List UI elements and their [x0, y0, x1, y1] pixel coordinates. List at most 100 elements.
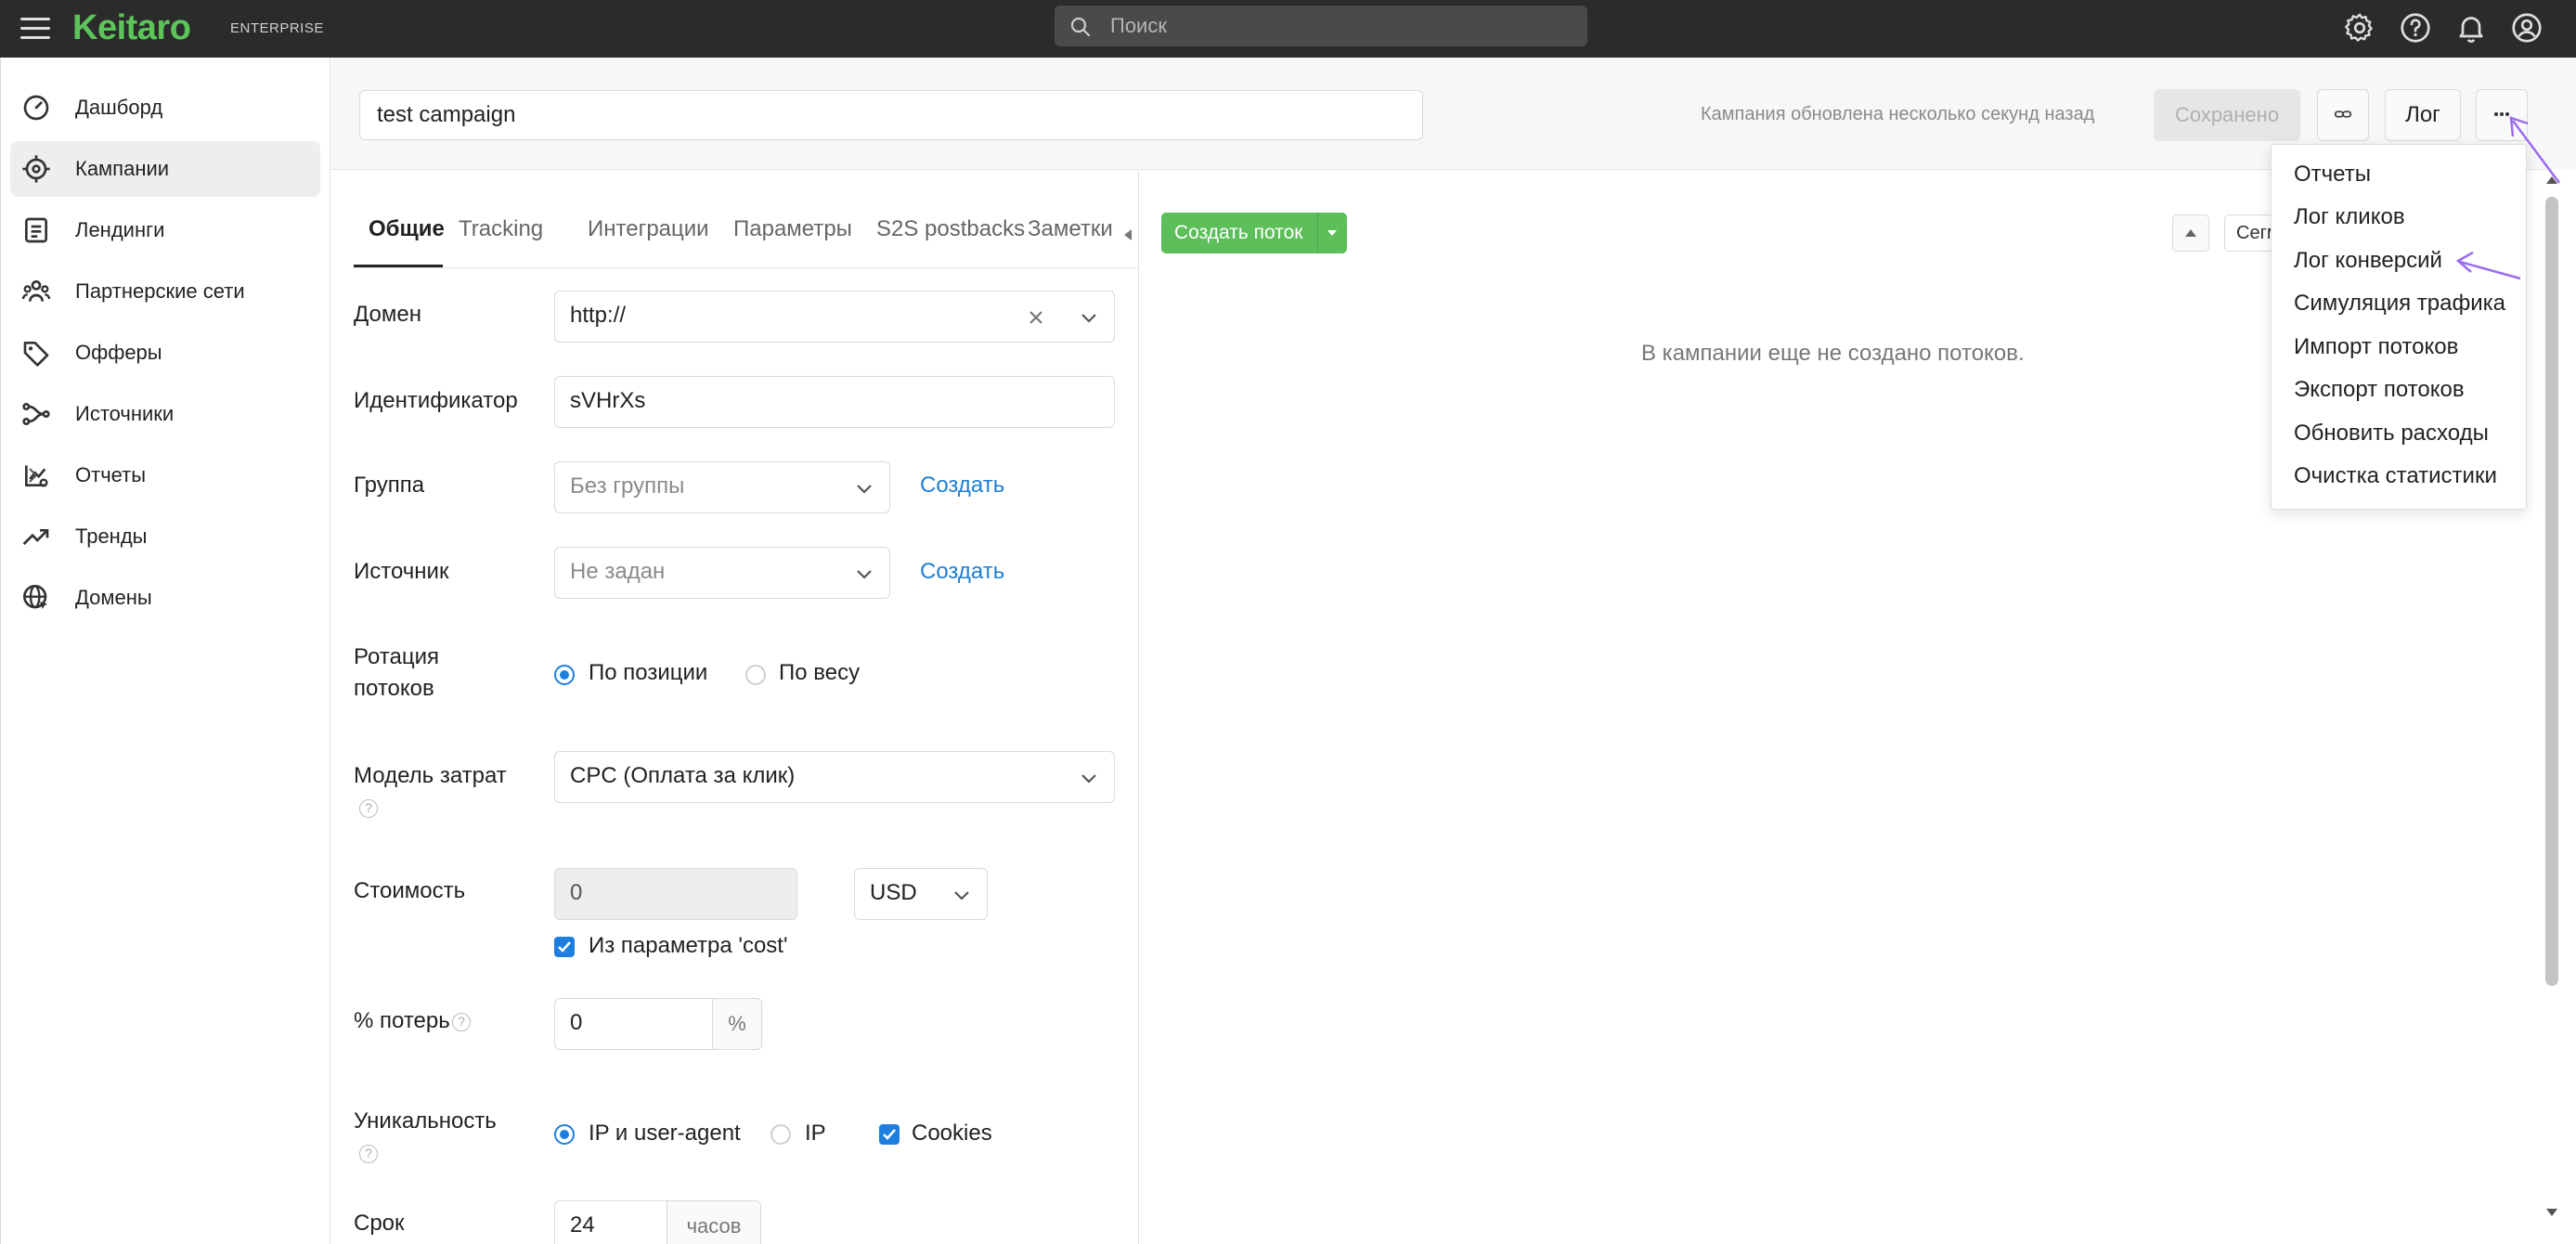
uniq-cookies-checkbox[interactable] — [879, 1124, 900, 1145]
users-icon — [21, 280, 51, 302]
sidebar-item-label: Тренды — [75, 525, 148, 548]
bell-icon[interactable] — [2454, 11, 2488, 45]
globe-icon — [23, 585, 47, 609]
gear-icon[interactable] — [2343, 11, 2376, 45]
logo[interactable]: Keitaro — [72, 8, 191, 48]
loss-input[interactable]: 0 — [554, 998, 718, 1050]
tab-tracking[interactable]: Tracking — [459, 216, 543, 242]
sidebar-item-reports[interactable]: Отчеты — [10, 447, 320, 503]
create-stream-label: Создать поток — [1174, 222, 1303, 243]
campaign-header: Кампания обновлена несколько секунд наза… — [331, 58, 2576, 169]
identifier-value: sVHrXs — [570, 388, 646, 413]
sidebar-item-affiliate-networks[interactable]: Партнерские сети — [10, 264, 320, 319]
save-button[interactable]: Сохранено — [2154, 89, 2300, 141]
create-source-link[interactable]: Создать — [920, 559, 1004, 585]
checkmark-icon — [883, 1129, 896, 1140]
currency-select[interactable]: USD — [854, 868, 988, 920]
top-bar: Keitaro ENTERPRISE — [0, 0, 2576, 58]
tab-integrations[interactable]: Интеграции — [588, 216, 709, 242]
sidebar-item-label: Домены — [75, 586, 152, 609]
sidebar-item-label: Лендинги — [75, 218, 165, 241]
cost-param-checkbox[interactable] — [554, 937, 575, 957]
group-value: Без группы — [570, 473, 685, 499]
dashboard-icon — [23, 95, 49, 121]
identifier-input[interactable]: sVHrXs — [554, 376, 1115, 428]
campaign-name-input[interactable] — [359, 90, 1423, 140]
tab-parameters[interactable]: Параметры — [733, 216, 852, 242]
hours-suffix: часов — [667, 1200, 761, 1244]
rotation-position-label: По позиции — [589, 660, 708, 685]
caret-down-icon[interactable] — [1327, 229, 1338, 237]
source-select[interactable]: Не задан — [554, 547, 890, 599]
sidebar-item-label: Партнерские сети — [75, 279, 245, 303]
term-value: 24 — [570, 1212, 595, 1238]
help-circle-icon[interactable]: ? — [359, 799, 378, 818]
uniq-ip-radio[interactable] — [770, 1124, 791, 1145]
copy-link-button[interactable] — [2317, 89, 2369, 141]
logo-edition: ENTERPRISE — [230, 20, 324, 36]
create-stream-button[interactable]: Создать поток — [1161, 213, 1347, 253]
sidebar-item-domains[interactable]: Домены — [10, 570, 320, 626]
menu-item-clear-stats[interactable]: Очистка статистики — [2294, 463, 2497, 489]
collapse-button[interactable] — [2172, 214, 2209, 252]
sidebar-item-landings[interactable]: Лендинги — [10, 202, 320, 258]
link-icon — [2334, 110, 2352, 118]
uniq-ip-ua-radio[interactable] — [554, 1124, 575, 1145]
group-select[interactable]: Без группы — [554, 461, 890, 513]
menu-item-update-costs[interactable]: Обновить расходы — [2294, 421, 2489, 447]
cost-model-select[interactable]: CPC (Оплата за клик) — [554, 751, 1115, 803]
log-button[interactable]: Лог — [2385, 89, 2461, 141]
scroll-down-icon[interactable] — [2544, 1207, 2559, 1218]
menu-item-reports[interactable]: Отчеты — [2294, 162, 2371, 188]
sidebar-item-campaigns[interactable]: Кампании — [10, 141, 320, 197]
sidebar: Дашборд Кампании Лендинги Партнерские се… — [0, 58, 330, 1244]
domain-select[interactable]: http:// — [554, 291, 1115, 343]
clear-icon[interactable] — [1027, 308, 1045, 327]
menu-item-click-log[interactable]: Лог кликов — [2294, 204, 2405, 230]
tab-notes[interactable]: Заметки — [1028, 216, 1113, 242]
caret-left-icon[interactable] — [1122, 227, 1133, 242]
scrollbar[interactable] — [2541, 169, 2569, 1244]
identifier-label: Идентификатор — [354, 388, 518, 413]
uniq-ip-label: IP — [805, 1121, 826, 1146]
search-input[interactable] — [1110, 6, 1574, 46]
source-icon — [22, 403, 50, 425]
target-icon — [22, 155, 50, 183]
sidebar-item-offers[interactable]: Офферы — [10, 325, 320, 381]
sidebar-item-dashboard[interactable]: Дашборд — [10, 80, 320, 136]
tab-s2s-postbacks[interactable]: S2S postbacks — [876, 216, 1025, 242]
sidebar-item-label: Источники — [75, 402, 175, 425]
campaign-settings-panel: Общие Tracking Интеграции Параметры S2S … — [331, 169, 1139, 1244]
help-circle-icon[interactable]: ? — [452, 1013, 471, 1031]
empty-streams-message: В кампании еще не создано потоков. — [1641, 341, 2025, 366]
help-icon[interactable] — [2399, 11, 2432, 45]
menu-icon[interactable] — [20, 13, 50, 43]
rotation-weight-label: По весу — [779, 660, 861, 685]
cost-label: Стоимость — [354, 878, 466, 903]
percent-suffix: % — [712, 998, 762, 1050]
annotation-arrow-icon — [2509, 116, 2561, 184]
menu-item-export-streams[interactable]: Экспорт потоков — [2294, 377, 2465, 403]
chevron-down-icon — [1081, 314, 1096, 323]
trend-icon — [22, 529, 49, 545]
menu-item-conversion-log[interactable]: Лог конверсий — [2294, 248, 2442, 274]
menu-item-traffic-simulation[interactable]: Симуляция трафика — [2294, 291, 2505, 317]
help-circle-icon[interactable]: ? — [359, 1145, 378, 1163]
term-input[interactable]: 24 — [554, 1200, 669, 1244]
rotation-weight-radio[interactable] — [745, 665, 766, 685]
create-group-link[interactable]: Создать — [920, 473, 1004, 499]
sidebar-item-trends[interactable]: Тренды — [10, 509, 320, 564]
user-icon[interactable] — [2510, 11, 2544, 45]
search-icon — [1070, 17, 1091, 37]
tab-general[interactable]: Общие — [369, 216, 445, 242]
sidebar-item-sources[interactable]: Источники — [10, 386, 320, 442]
scrollbar-thumb[interactable] — [2545, 197, 2558, 986]
checkmark-icon — [558, 941, 571, 952]
cost-input[interactable]: 0 — [554, 868, 797, 920]
cost-model-value: CPC (Оплата за клик) — [570, 763, 796, 788]
landing-icon — [25, 217, 47, 243]
group-label: Группа — [354, 473, 425, 498]
term-label: Срок — [354, 1211, 405, 1236]
rotation-position-radio[interactable] — [554, 665, 575, 685]
menu-item-import-streams[interactable]: Импорт потоков — [2294, 334, 2458, 360]
